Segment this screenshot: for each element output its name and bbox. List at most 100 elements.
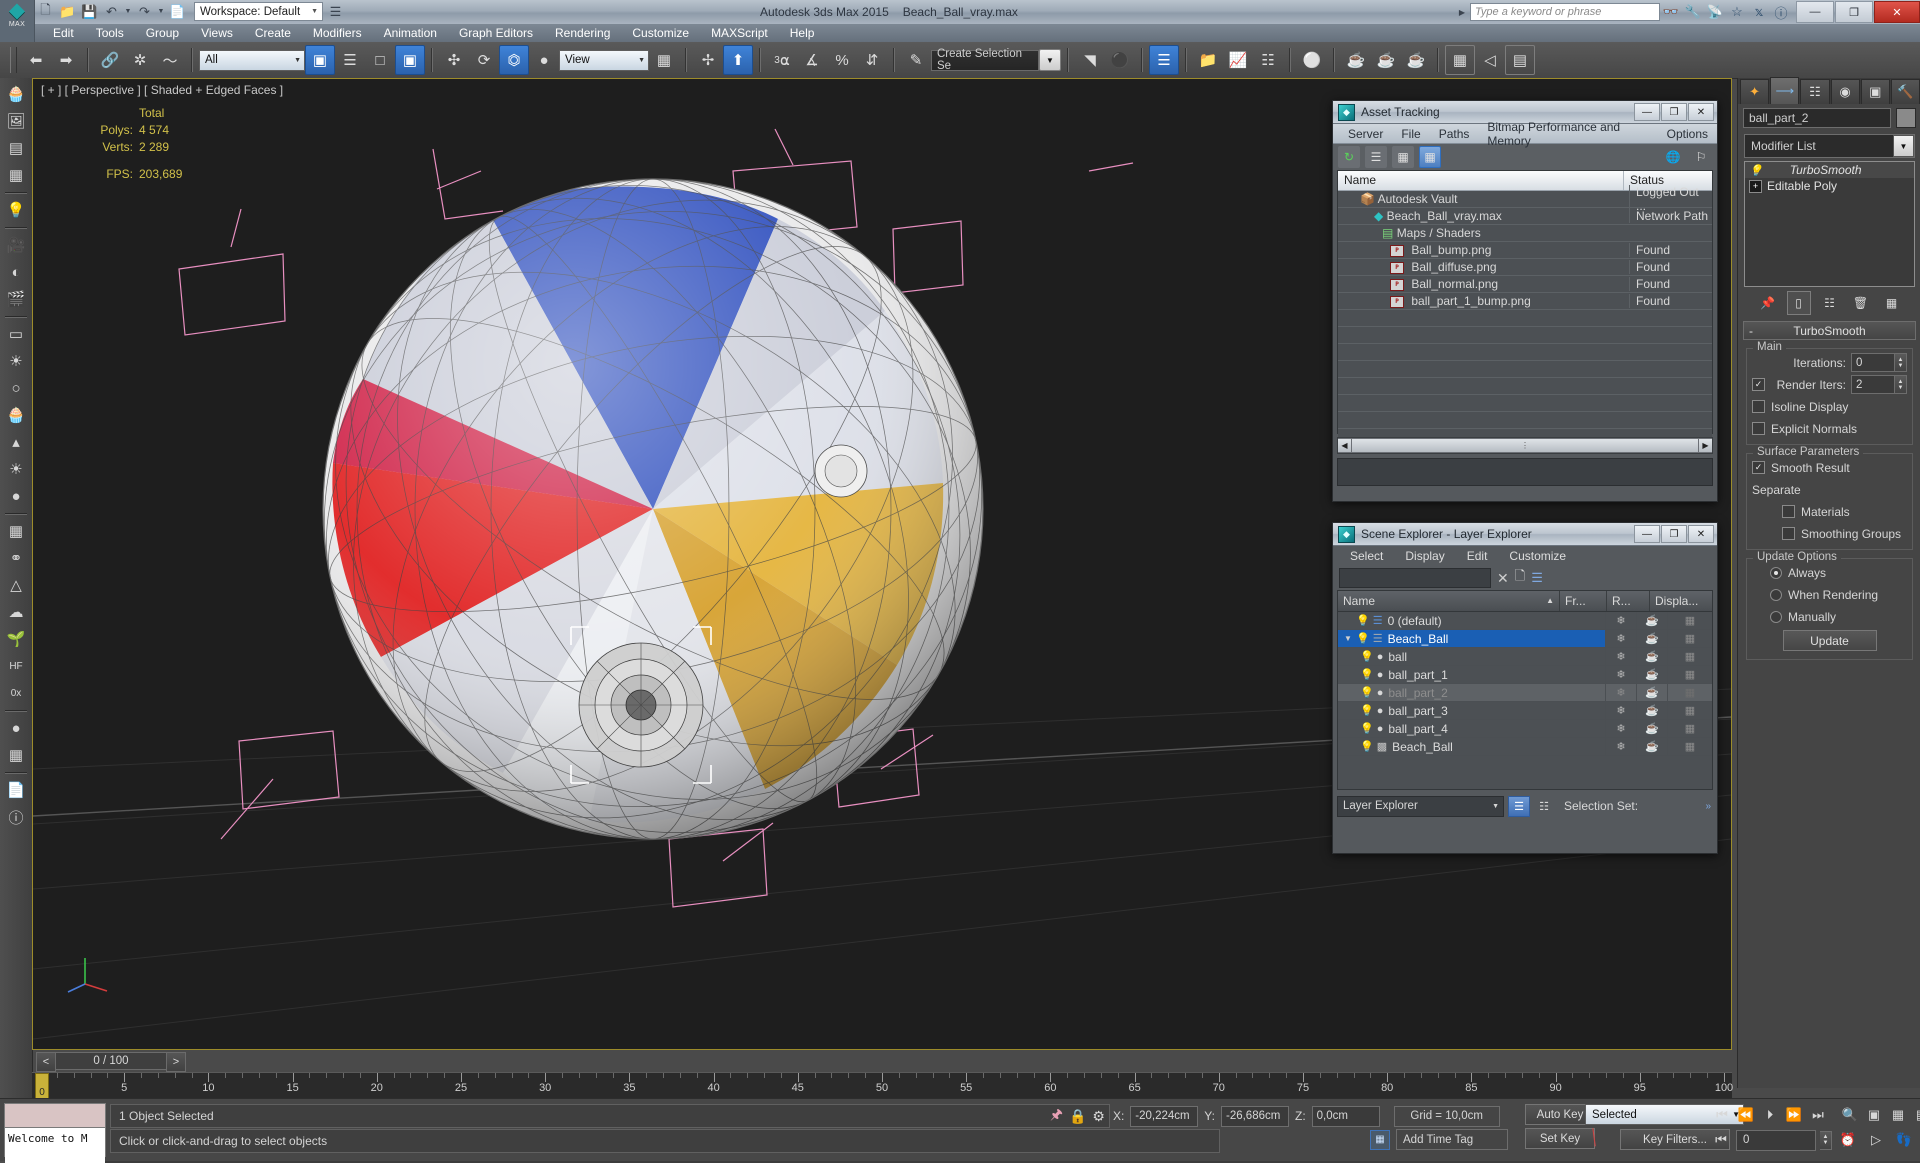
select-object-button[interactable]: ▣ xyxy=(305,45,335,75)
infocenter-search[interactable]: ▶ Type a keyword or phrase xyxy=(1454,0,1660,24)
app-logo-button[interactable]: ◆ MAX xyxy=(0,0,35,42)
smooth-result-row[interactable]: ✓ Smooth Result xyxy=(1752,458,1907,477)
asset-tracking-path-field[interactable] xyxy=(1337,458,1713,486)
lightbulb-icon[interactable]: 💡 xyxy=(1356,632,1370,645)
spinner-snap-button[interactable]: ⇵ xyxy=(857,45,887,75)
asset-tracking-grid[interactable]: Name Status 📦 Autodesk Vault Logged Out … xyxy=(1337,170,1713,446)
asset-tracking-dialog[interactable]: ◆ Asset Tracking — ❐ ✕ Server File Paths… xyxy=(1332,100,1718,502)
search-input[interactable]: Type a keyword or phrase xyxy=(1470,3,1660,21)
help-icon[interactable]: ⓘ xyxy=(1770,0,1792,24)
dialog-panel-icon[interactable]: ▦ xyxy=(3,162,29,188)
zoom-region-icon[interactable]: 🔍 xyxy=(1838,1104,1862,1126)
table-row[interactable]: P Ball_bump.png Found xyxy=(1338,242,1712,259)
expand-plus-icon[interactable]: + xyxy=(1749,179,1762,193)
edit-named-selection-sets-button[interactable]: ✎ xyxy=(901,45,931,75)
freeze-toggle[interactable]: ❄ xyxy=(1605,666,1636,683)
scene-explorer-grid[interactable]: Name ▲ Fr... R... Displa... 💡 ☰ 0 (defau… xyxy=(1337,590,1713,790)
clone-view-icon[interactable]: ◁ xyxy=(1475,45,1505,75)
menu-edit[interactable]: Edit xyxy=(42,24,85,42)
zoom-extents-all-icon[interactable]: ▦ xyxy=(1886,1104,1910,1126)
render-preview-icon[interactable]: 🖼 xyxy=(3,108,29,134)
layers-icon[interactable]: ☰ xyxy=(1531,570,1543,586)
minimize-button[interactable]: — xyxy=(1796,1,1834,23)
grid-view-icon[interactable]: ▦ xyxy=(1419,146,1441,168)
freeze-toggle[interactable]: ❄ xyxy=(1605,612,1636,629)
object-color-swatch[interactable] xyxy=(1896,108,1916,128)
y-coordinate-field[interactable]: -26,686cm xyxy=(1220,1105,1289,1127)
render-production-button[interactable]: ☕ xyxy=(1401,45,1431,75)
render-iters-checkbox[interactable]: ✓ xyxy=(1752,378,1765,391)
list-item[interactable]: 💡 ▩ Beach_Ball ❄ ☕ ▦ xyxy=(1338,738,1712,756)
scroll-right-icon[interactable]: ▶ xyxy=(1699,439,1712,452)
curve-editor-button[interactable]: 📈 xyxy=(1223,45,1253,75)
explicit-normals-row[interactable]: Explicit Normals xyxy=(1752,419,1907,438)
manually-radio[interactable] xyxy=(1770,610,1782,623)
select-and-scale-button[interactable]: ⏣ xyxy=(499,45,529,75)
bind-to-space-warp-button[interactable]: 〜 xyxy=(155,45,185,75)
redo-button[interactable]: ➡ xyxy=(51,45,81,75)
reference-coordinate-combo[interactable]: View ▼ xyxy=(559,49,649,71)
lightbulb-icon[interactable]: 💡 xyxy=(1360,668,1374,681)
proxy-icon[interactable]: ⚭ xyxy=(3,545,29,571)
grass-fur-icon[interactable]: 🌱 xyxy=(3,626,29,652)
hierarchy-tab[interactable]: ☷ xyxy=(1800,79,1830,104)
object-name-field[interactable]: ball_part_2 xyxy=(1743,108,1891,128)
maxscript-mini-listener[interactable]: Welcome to M xyxy=(4,1103,106,1163)
pin-stack-icon[interactable]: 📌 xyxy=(1756,291,1780,315)
always-row[interactable]: Always xyxy=(1752,563,1907,582)
asset-grid-hscrollbar[interactable]: ◀ ⋮ ▶ xyxy=(1337,437,1713,454)
display-toggle[interactable]: ▦ xyxy=(1667,612,1712,629)
undo-icon[interactable]: ↶ xyxy=(102,2,121,21)
selection-filter-combo[interactable]: All ▼ xyxy=(199,49,305,71)
current-frame-display[interactable]: 0 / 100 xyxy=(56,1052,166,1070)
help-globe-icon[interactable]: 🌐 xyxy=(1662,146,1684,168)
light-bulb-icon[interactable]: 💡 xyxy=(3,197,29,223)
previous-frame-icon[interactable]: ⏪ xyxy=(1734,1104,1758,1126)
lightbulb-icon[interactable]: 💡 xyxy=(1360,740,1374,753)
minimize-button[interactable]: — xyxy=(1634,103,1660,121)
mirror-button[interactable]: ◥ xyxy=(1075,45,1105,75)
render-iters-field[interactable]: 2 xyxy=(1851,375,1895,394)
menu-customize[interactable]: Customize xyxy=(621,24,700,42)
select-by-name-button[interactable]: ☰ xyxy=(335,45,365,75)
schematic-view-button[interactable]: ☷ xyxy=(1253,45,1283,75)
when-rendering-row[interactable]: When Rendering xyxy=(1752,585,1907,604)
render-toggle[interactable]: ☕ xyxy=(1636,720,1667,737)
menu-options[interactable]: Options xyxy=(1658,127,1717,141)
display-toggle[interactable]: ▦ xyxy=(1667,738,1712,755)
thumbnail-view-icon[interactable]: ▦ xyxy=(1392,146,1414,168)
iterations-spinner[interactable]: ▲ ▼ xyxy=(1895,353,1907,372)
menu-animation[interactable]: Animation xyxy=(373,24,448,42)
redo-dropdown-icon[interactable]: ▼ xyxy=(157,2,165,21)
time-slider-playhead[interactable]: 0 xyxy=(35,1073,49,1099)
cloud-icon[interactable]: ☁ xyxy=(3,599,29,625)
material-sphere-icon[interactable]: ● xyxy=(3,715,29,741)
menu-select[interactable]: Select xyxy=(1339,549,1394,563)
open-icon[interactable]: 📁 xyxy=(58,2,77,21)
set-key-button[interactable]: Set Key xyxy=(1525,1128,1595,1149)
list-item[interactable]: 💡 ● ball_part_2 ❄ ☕ ▦ xyxy=(1338,684,1712,702)
menu-group[interactable]: Group xyxy=(135,24,190,42)
hair-fur-icon[interactable]: HF xyxy=(3,653,29,679)
select-and-move-button[interactable]: ✣ xyxy=(439,45,469,75)
chevron-right-icon[interactable]: ▶ xyxy=(1454,8,1470,17)
smooth-result-checkbox[interactable]: ✓ xyxy=(1752,461,1765,474)
save-icon[interactable]: 💾 xyxy=(80,2,99,21)
x-coordinate-field[interactable]: -20,224cm xyxy=(1130,1105,1199,1127)
scroll-thumb[interactable]: ⋮ xyxy=(1352,439,1698,452)
new-icon[interactable]: 🗋 xyxy=(36,2,55,21)
exchange-icon[interactable]: 𝕩 xyxy=(1748,0,1770,24)
maximize-viewport-icon[interactable]: ▤ xyxy=(1910,1104,1920,1126)
scene-explorer-titlebar[interactable]: ◆ Scene Explorer - Layer Explorer — ❐ ✕ xyxy=(1333,523,1717,546)
new-layer-icon[interactable]: 🗋 xyxy=(1515,567,1525,589)
display-tab[interactable]: ▣ xyxy=(1860,79,1890,104)
unwrap-icon[interactable]: △ xyxy=(3,572,29,598)
material-library-icon[interactable]: ▦ xyxy=(3,742,29,768)
render-toggle[interactable]: ☕ xyxy=(1636,684,1667,701)
minimize-button[interactable]: — xyxy=(1634,525,1660,543)
display-toggle[interactable]: ▦ xyxy=(1667,648,1712,665)
prev-frame-button[interactable]: < xyxy=(36,1052,56,1072)
list-item[interactable]: 💡 ● ball_part_4 ❄ ☕ ▦ xyxy=(1338,720,1712,738)
sphere-primitive-icon[interactable]: ○ xyxy=(3,375,29,401)
help-flag-icon[interactable]: ⚐ xyxy=(1690,146,1712,168)
